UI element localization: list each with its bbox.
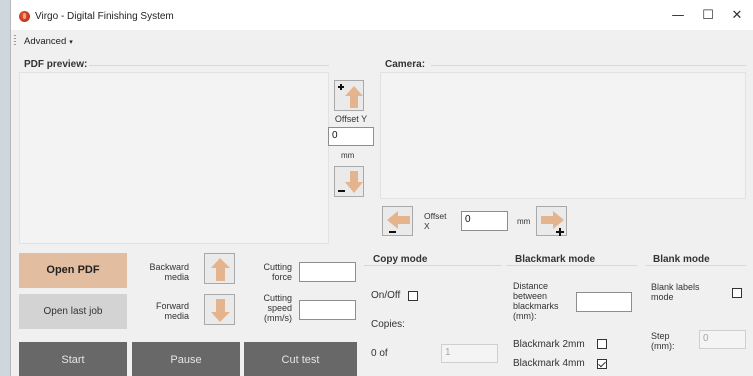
camera-label: Camera: bbox=[383, 59, 428, 70]
blank-labels-checkbox[interactable] bbox=[732, 288, 742, 298]
backward-media-button[interactable] bbox=[204, 253, 235, 284]
copies-progress-label: 0 of bbox=[371, 348, 388, 359]
offset-y-input[interactable]: 0 bbox=[328, 127, 374, 146]
camera-area bbox=[380, 72, 746, 199]
cutting-force-input[interactable] bbox=[299, 262, 356, 282]
cut-test-button[interactable]: Cut test bbox=[244, 342, 357, 376]
maximize-button[interactable]: ☐ bbox=[696, 6, 720, 26]
copies-label: Copies: bbox=[371, 319, 405, 330]
cutting-force-label: Cutting force bbox=[263, 262, 292, 282]
blank-mode-title: Blank mode bbox=[651, 254, 712, 265]
blackmark-2mm-checkbox[interactable] bbox=[597, 339, 607, 349]
copy-mode-onoff-checkbox[interactable] bbox=[408, 291, 418, 301]
offset-y-plus-button[interactable] bbox=[334, 80, 364, 111]
blackmark-distance-input[interactable] bbox=[576, 292, 632, 312]
blank-labels-label: Blank labels mode bbox=[651, 282, 700, 302]
window-title: Virgo - Digital Finishing System bbox=[35, 11, 174, 22]
arrow-right-icon bbox=[541, 211, 564, 236]
blackmark-2mm-label: Blackmark 2mm bbox=[513, 339, 585, 350]
offset-x-plus-button[interactable] bbox=[536, 206, 567, 236]
blackmark-mode-title: Blackmark mode bbox=[513, 254, 598, 265]
start-button[interactable]: Start bbox=[19, 342, 127, 376]
cutting-speed-label: Cutting speed (mm/s) bbox=[263, 293, 292, 323]
minimize-button[interactable]: — bbox=[666, 6, 690, 26]
menu-bar: Advanced ▾ bbox=[11, 32, 753, 50]
offset-x-label: Offset X bbox=[424, 211, 447, 231]
offset-x-input[interactable]: 0 bbox=[461, 211, 508, 231]
offset-x-unit: mm bbox=[517, 217, 531, 226]
pdf-preview-area bbox=[19, 72, 329, 244]
offset-x-minus-button[interactable] bbox=[382, 206, 413, 236]
camera-line bbox=[431, 65, 746, 66]
copy-mode-title: Copy mode bbox=[371, 254, 430, 265]
copy-mode-line bbox=[364, 265, 502, 266]
open-last-job-button[interactable]: Open last job bbox=[19, 294, 127, 329]
copy-mode-onoff-label: On/Off bbox=[371, 290, 401, 301]
pdf-preview-line bbox=[89, 65, 329, 66]
menu-advanced-label: Advanced bbox=[24, 36, 67, 47]
pause-button[interactable]: Pause bbox=[132, 342, 240, 376]
arrow-left-icon bbox=[387, 211, 410, 233]
blackmark-4mm-label: Blackmark 4mm bbox=[513, 358, 585, 369]
forward-media-button[interactable] bbox=[204, 294, 235, 325]
blackmark-4mm-checkbox[interactable] bbox=[597, 359, 607, 369]
arrow-down-icon bbox=[211, 299, 230, 322]
copies-input[interactable]: 1 bbox=[441, 344, 498, 363]
cutting-speed-input[interactable] bbox=[299, 300, 356, 320]
title-bar: Virgo - Digital Finishing System — ☐ ✕ bbox=[11, 0, 753, 30]
arrow-up-icon bbox=[338, 84, 363, 108]
forward-media-label: Forward media bbox=[155, 301, 189, 321]
blackmark-mode-line bbox=[506, 265, 637, 266]
close-button[interactable]: ✕ bbox=[725, 6, 749, 26]
app-logo-icon bbox=[19, 11, 30, 22]
offset-y-unit: mm bbox=[341, 151, 355, 160]
chevron-down-icon: ▾ bbox=[69, 39, 73, 46]
pdf-preview-label: PDF preview: bbox=[22, 59, 90, 70]
menu-advanced[interactable]: Advanced ▾ bbox=[24, 36, 73, 47]
offset-y-label: Offset Y bbox=[334, 114, 368, 124]
blackmark-distance-label: Distance between blackmarks (mm): bbox=[513, 281, 559, 321]
backward-media-label: Backward media bbox=[149, 262, 189, 282]
step-label: Step (mm): bbox=[651, 331, 675, 351]
app-window: Virgo - Digital Finishing System — ☐ ✕ A… bbox=[10, 0, 753, 376]
offset-y-minus-button[interactable] bbox=[334, 166, 364, 197]
blank-mode-line bbox=[646, 265, 746, 266]
arrow-up-icon bbox=[211, 258, 230, 281]
open-pdf-button[interactable]: Open PDF bbox=[19, 253, 127, 288]
menu-grip bbox=[14, 35, 16, 47]
step-input[interactable]: 0 bbox=[699, 330, 746, 349]
arrow-down-icon bbox=[338, 171, 363, 193]
